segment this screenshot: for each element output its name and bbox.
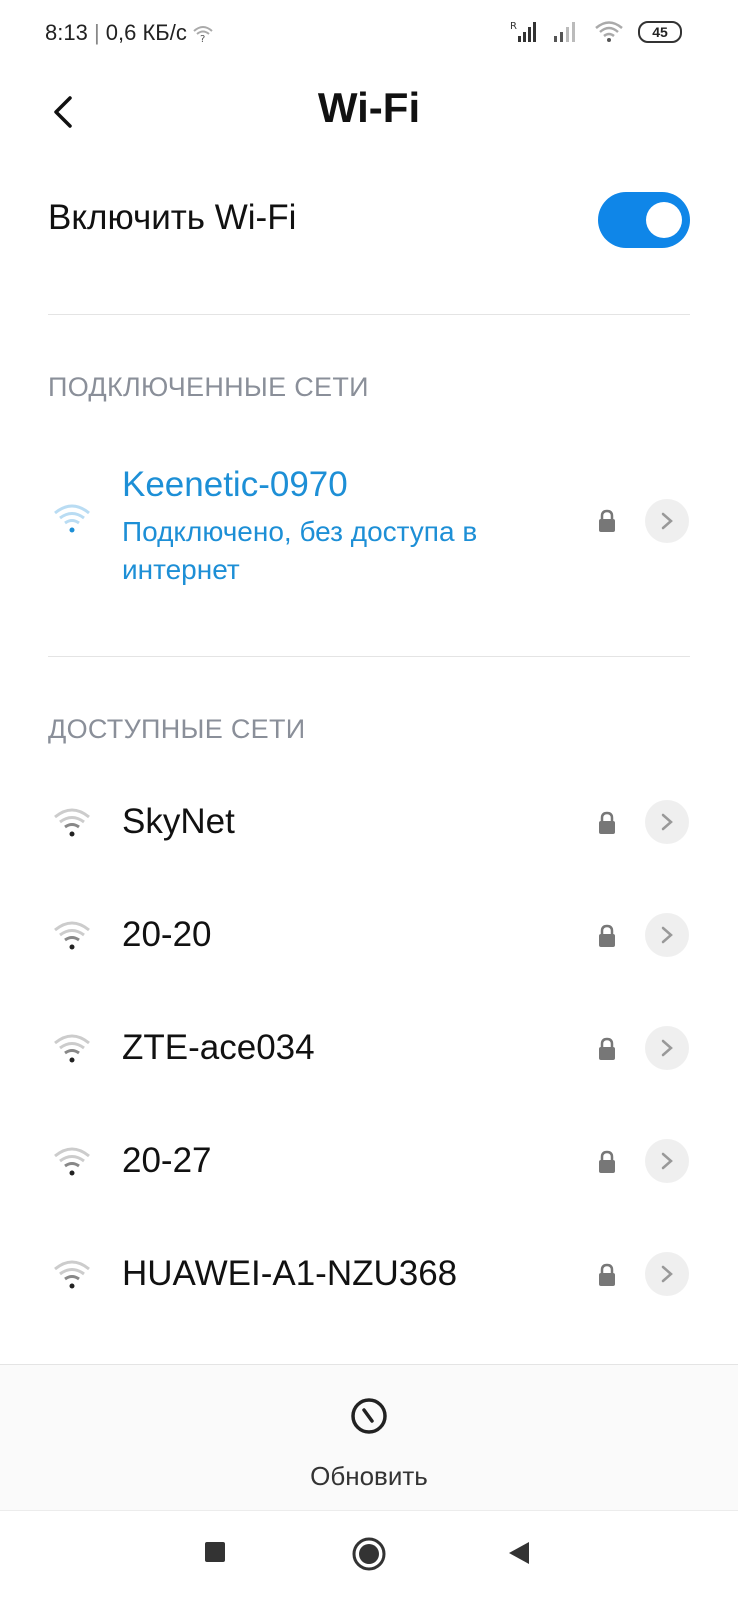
status-separator: | bbox=[93, 20, 100, 45]
network-name: Keenetic-0970 bbox=[122, 465, 348, 504]
wifi-toggle-switch[interactable] bbox=[598, 192, 690, 248]
lock-icon bbox=[599, 1263, 615, 1286]
network-name: 20-27 bbox=[122, 1141, 212, 1180]
recents-button[interactable] bbox=[204, 1541, 226, 1568]
wifi-toggle-knob bbox=[646, 202, 682, 238]
wifi-icon bbox=[595, 21, 623, 42]
wifi-signal-icon bbox=[54, 1034, 90, 1063]
connected-section-title: ПОДКЛЮЧЕННЫЕ СЕТИ bbox=[48, 372, 369, 402]
wifi-toggle-row[interactable]: Включить Wi-Fi bbox=[48, 180, 690, 264]
lock-icon bbox=[599, 509, 615, 532]
page-title: Wi-Fi bbox=[317, 84, 421, 131]
network-details-button[interactable] bbox=[645, 1139, 689, 1183]
chevron-right-icon bbox=[661, 1152, 673, 1170]
lock-icon bbox=[599, 1037, 615, 1060]
signal-icon bbox=[554, 22, 575, 42]
back-triangle-icon bbox=[509, 1542, 529, 1564]
wifi-signal-icon bbox=[54, 808, 90, 837]
network-details-button[interactable] bbox=[645, 913, 689, 957]
chevron-right-icon bbox=[661, 1265, 673, 1283]
lock-icon bbox=[599, 924, 615, 947]
chevron-right-icon bbox=[661, 813, 673, 831]
recents-square-icon bbox=[205, 1542, 225, 1562]
wifi-signal-icon bbox=[54, 504, 90, 533]
chevron-right-icon bbox=[661, 926, 673, 944]
network-row[interactable]: HUAWEI-A1-NZU368 bbox=[0, 1217, 738, 1332]
wifi-signal-icon bbox=[54, 921, 90, 950]
lock-icon bbox=[599, 1150, 615, 1173]
system-nav-bar bbox=[0, 1510, 738, 1600]
status-bar: 8:13 | 0,6 КБ/с ? R 45 bbox=[0, 0, 738, 70]
network-name: HUAWEI-A1-NZU368 bbox=[122, 1254, 458, 1293]
status-speed: 0,6 КБ/с bbox=[105, 20, 187, 45]
chevron-right-icon bbox=[661, 1039, 673, 1057]
header: Wi-Fi bbox=[0, 70, 738, 154]
nav-back-button[interactable] bbox=[508, 1541, 530, 1570]
refresh-icon bbox=[351, 1398, 387, 1434]
network-name: SkyNet bbox=[122, 802, 235, 841]
status-time: 8:13 bbox=[45, 20, 88, 45]
refresh-label: Обновить bbox=[310, 1461, 428, 1491]
wifi-signal-icon bbox=[54, 1147, 90, 1176]
network-row[interactable]: 20-20 bbox=[0, 878, 738, 993]
network-row[interactable]: SkyNet bbox=[0, 765, 738, 880]
chevron-right-icon bbox=[661, 512, 673, 530]
network-details-button[interactable] bbox=[645, 499, 689, 543]
svg-text:?: ? bbox=[200, 34, 205, 43]
lock-icon bbox=[599, 811, 615, 834]
status-time-area: 8:13 | 0,6 КБ/с ? bbox=[45, 20, 213, 46]
network-name: ZTE-ace034 bbox=[122, 1028, 315, 1067]
divider bbox=[48, 656, 690, 657]
network-name: 20-20 bbox=[122, 915, 212, 954]
wifi-toggle-label: Включить Wi-Fi bbox=[48, 198, 297, 237]
battery-icon: 45 bbox=[638, 21, 682, 43]
wifi-signal-icon bbox=[54, 1260, 90, 1289]
network-details-button[interactable] bbox=[645, 1252, 689, 1296]
signal-roaming-icon: R bbox=[510, 21, 536, 42]
available-section-title: ДОСТУПНЫЕ СЕТИ bbox=[48, 714, 306, 744]
home-button[interactable] bbox=[352, 1537, 386, 1576]
wifi-question-icon: ? bbox=[193, 26, 213, 45]
divider bbox=[48, 314, 690, 315]
network-status: Подключено, без доступа в интернет bbox=[122, 516, 478, 585]
bottom-action-bar: Обновить bbox=[0, 1364, 738, 1511]
network-row[interactable]: 20-27 bbox=[0, 1104, 738, 1219]
network-row[interactable]: ZTE-ace034 bbox=[0, 991, 738, 1106]
refresh-button[interactable]: Обновить bbox=[0, 1365, 738, 1511]
connected-network-row[interactable]: Keenetic-0970 Подключено, без доступа в … bbox=[0, 455, 738, 595]
network-details-button[interactable] bbox=[645, 800, 689, 844]
network-details-button[interactable] bbox=[645, 1026, 689, 1070]
svg-text:R: R bbox=[510, 21, 517, 32]
home-circle-icon bbox=[352, 1537, 386, 1571]
